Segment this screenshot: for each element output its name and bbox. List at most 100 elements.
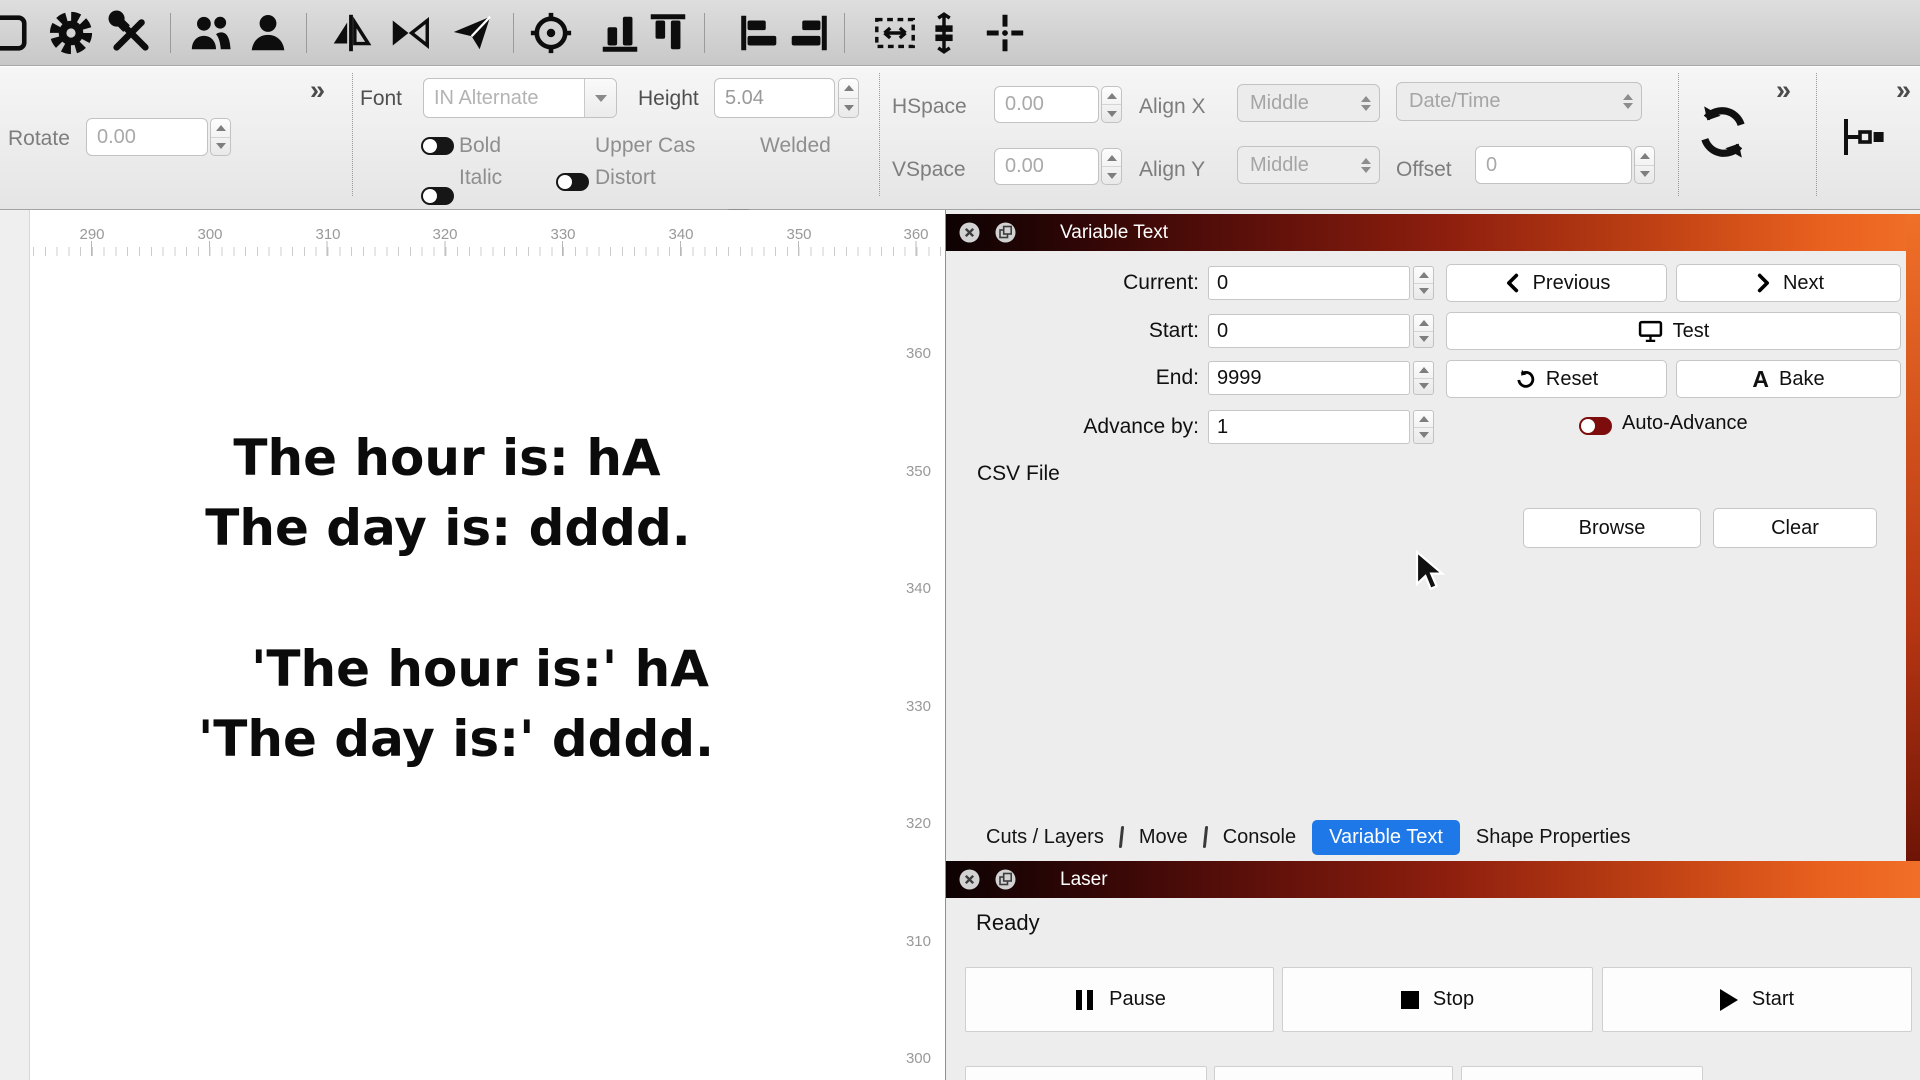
height-stepper[interactable] xyxy=(838,78,859,118)
vspace-stepper[interactable] xyxy=(1101,148,1122,185)
close-icon[interactable] xyxy=(959,222,980,243)
updown-chevrons-icon xyxy=(1623,94,1633,109)
target-icon[interactable] xyxy=(528,10,574,56)
tab-separator xyxy=(1119,826,1124,848)
mirror-horizontal-icon[interactable] xyxy=(387,10,433,56)
overflow-chevron[interactable]: » xyxy=(1776,75,1791,105)
laser-extra-button[interactable] xyxy=(1214,1066,1453,1080)
toolbar-separator xyxy=(513,13,514,53)
stop-button[interactable]: Stop xyxy=(1282,967,1593,1032)
offset-stepper[interactable] xyxy=(1634,146,1655,184)
font-select[interactable]: IN Alternate xyxy=(423,78,617,118)
current-stepper[interactable] xyxy=(1413,266,1434,300)
align-left-icon[interactable] xyxy=(737,10,783,56)
distort-label: Distort xyxy=(595,165,656,191)
vspace-input[interactable] xyxy=(994,148,1099,185)
datetime-select[interactable]: Date/Time xyxy=(1396,82,1642,121)
previous-button[interactable]: Previous xyxy=(1446,264,1667,302)
advance-by-stepper[interactable] xyxy=(1413,410,1434,444)
laser-extra-button[interactable] xyxy=(965,1066,1207,1080)
tab-console[interactable]: Console xyxy=(1211,821,1308,854)
start-button[interactable]: Start xyxy=(1602,967,1912,1032)
next-button[interactable]: Next xyxy=(1676,264,1901,302)
test-button[interactable]: Test xyxy=(1446,312,1901,350)
italic-toggle[interactable] xyxy=(421,187,454,205)
align-x-value: Middle xyxy=(1250,92,1309,115)
bake-button[interactable]: A Bake xyxy=(1676,360,1901,398)
align-bottom-icon[interactable] xyxy=(597,10,643,56)
tab-cuts-layers[interactable]: Cuts / Layers xyxy=(974,821,1116,854)
toolbar-separator xyxy=(170,13,171,53)
end-stepper[interactable] xyxy=(1413,361,1434,395)
height-label: Height xyxy=(638,86,699,112)
auto-advance-label: Auto-Advance xyxy=(1622,412,1748,435)
bold-toggle[interactable] xyxy=(421,137,454,155)
overflow-chevron[interactable]: » xyxy=(310,75,325,105)
offset-input[interactable] xyxy=(1475,146,1632,184)
start-input[interactable] xyxy=(1208,314,1410,348)
start-stepper[interactable] xyxy=(1413,314,1434,348)
design-canvas[interactable]: 290 300 310 320 330 340 350 360 360 350 … xyxy=(0,210,945,1080)
overflow-chevron[interactable]: » xyxy=(1896,75,1911,105)
hspace-stepper[interactable] xyxy=(1101,86,1122,123)
canvas-text-object[interactable]: The day is: dddd. xyxy=(205,497,690,559)
distribute-vertical-icon[interactable] xyxy=(921,10,967,56)
pause-button[interactable]: Pause xyxy=(965,967,1274,1032)
node-edit-icon[interactable] xyxy=(1838,113,1886,161)
laser-extra-button[interactable] xyxy=(1461,1066,1703,1080)
window-icon[interactable] xyxy=(0,10,30,56)
upper-case-label: Upper Cas xyxy=(595,133,695,159)
current-input[interactable] xyxy=(1208,266,1410,300)
font-value: IN Alternate xyxy=(424,87,584,110)
user-icon[interactable] xyxy=(245,10,291,56)
clear-button[interactable]: Clear xyxy=(1713,508,1877,548)
ruler-label: 290 xyxy=(70,226,114,243)
close-icon[interactable] xyxy=(959,869,980,890)
advance-by-input[interactable] xyxy=(1208,410,1410,444)
align-y-select[interactable]: Middle xyxy=(1237,146,1380,184)
upper-case-toggle[interactable] xyxy=(556,173,589,191)
align-top-icon[interactable] xyxy=(645,10,691,56)
height-input[interactable] xyxy=(714,78,835,118)
tab-shape-properties[interactable]: Shape Properties xyxy=(1464,821,1643,854)
app-window: Rotate » Font IN Alternate Height Bold I… xyxy=(0,0,1920,1080)
laser-status: Ready xyxy=(976,910,1040,936)
ruler-label: 310 xyxy=(887,933,931,950)
tab-variable-text[interactable]: Variable Text xyxy=(1312,820,1460,855)
browse-button[interactable]: Browse xyxy=(1523,508,1701,548)
gear-icon[interactable] xyxy=(48,10,94,56)
ruler-label: 340 xyxy=(887,580,931,597)
hspace-input[interactable] xyxy=(994,86,1099,123)
resize-width-icon[interactable] xyxy=(872,10,918,56)
float-pane-icon[interactable] xyxy=(995,222,1016,243)
send-plane-icon[interactable] xyxy=(449,10,495,56)
vertical-ruler xyxy=(0,210,30,1080)
tools-icon[interactable] xyxy=(108,10,154,56)
mirror-vertical-icon[interactable] xyxy=(328,10,374,56)
laser-header[interactable]: Laser xyxy=(946,861,1920,898)
user-group-icon[interactable] xyxy=(188,10,234,56)
canvas-text-object[interactable]: 'The day is:' dddd. xyxy=(198,708,714,770)
updown-chevrons-icon xyxy=(1361,96,1371,111)
canvas-text-object[interactable]: 'The hour is:' hA xyxy=(251,638,709,700)
variable-text-header[interactable]: Variable Text xyxy=(946,214,1920,251)
end-input[interactable] xyxy=(1208,361,1410,395)
rotate-input[interactable] xyxy=(86,118,208,156)
reset-button[interactable]: Reset xyxy=(1446,360,1667,398)
canvas-text-object[interactable]: The hour is: hA xyxy=(233,427,660,489)
float-pane-icon[interactable] xyxy=(995,869,1016,890)
docked-pane-edge xyxy=(1906,214,1920,861)
chevron-down-icon[interactable] xyxy=(584,79,616,117)
toolbar-dotted-separator xyxy=(352,73,353,196)
tab-move[interactable]: Move xyxy=(1127,821,1200,854)
crosshair-icon[interactable] xyxy=(982,10,1028,56)
advance-by-label: Advance by: xyxy=(946,414,1199,440)
refresh-icon[interactable] xyxy=(1694,103,1752,161)
text-property-toolbar: Rotate » Font IN Alternate Height Bold I… xyxy=(0,67,1920,210)
align-x-select[interactable]: Middle xyxy=(1237,84,1380,122)
auto-advance-toggle[interactable] xyxy=(1579,417,1612,435)
rotate-stepper[interactable] xyxy=(210,118,231,156)
ruler-label: 320 xyxy=(423,226,467,243)
align-right-icon[interactable] xyxy=(785,10,831,56)
align-y-label: Align Y xyxy=(1139,157,1205,183)
